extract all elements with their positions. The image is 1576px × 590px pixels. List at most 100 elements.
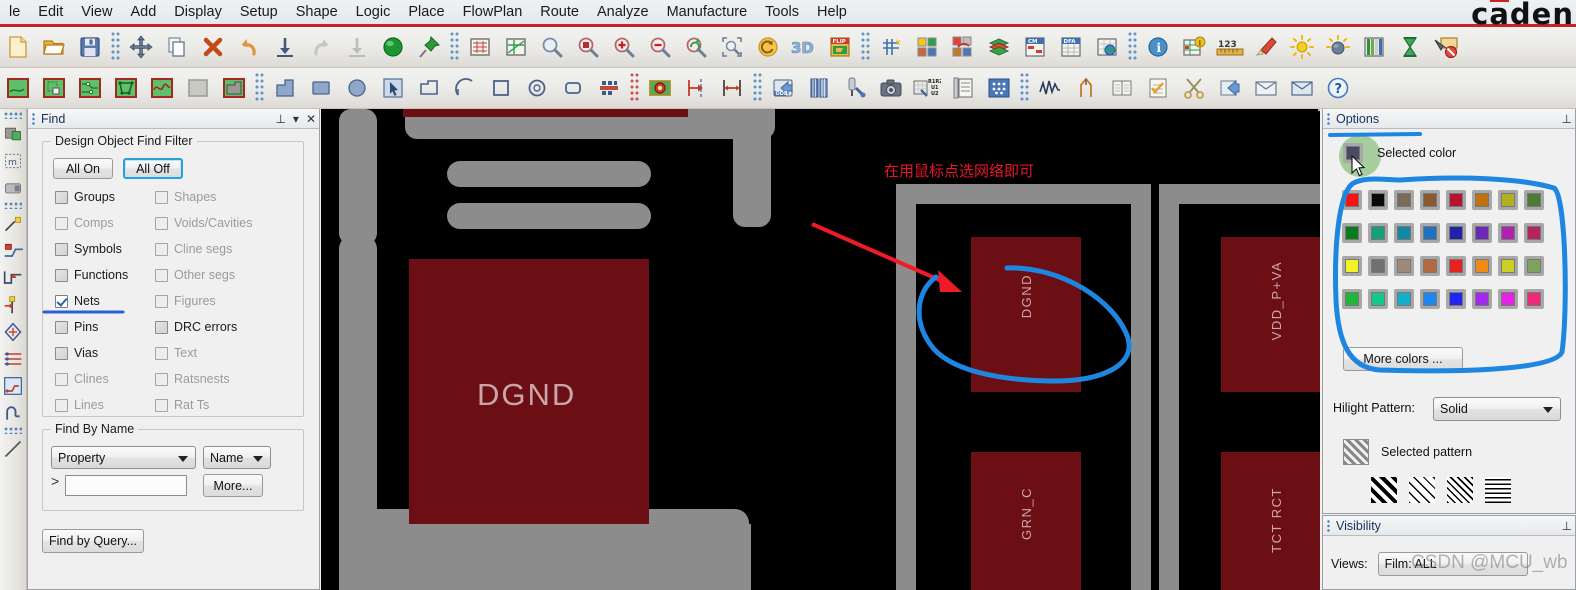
menu-item-file[interactable]: le [0,0,29,24]
color-swatch[interactable] [1394,189,1414,210]
bus-route-icon[interactable] [1,345,25,372]
select-arrow-icon[interactable] [376,71,410,105]
flip-design-icon[interactable]: FLIP [823,30,857,64]
color-swatch[interactable] [1368,255,1388,276]
constraint-manager-icon[interactable]: CM [1018,30,1052,64]
sun-bright-icon[interactable] [1285,30,1319,64]
panel-drag-dots[interactable] [32,112,36,125]
color-swatch[interactable] [1524,222,1544,243]
manual-icon[interactable] [1105,71,1139,105]
find-filter-text-row[interactable]: Text [155,346,197,360]
hilight-pattern-select[interactable]: Solid [1433,397,1561,421]
help-icon[interactable]: ? [1321,71,1355,105]
menu-item-analyze[interactable]: Analyze [588,0,658,24]
merge-shape-icon[interactable] [592,71,626,105]
zoom-window-icon[interactable] [571,30,605,64]
shape-split-icon[interactable] [217,71,251,105]
refdes-rename-icon[interactable]: R1R2 U1 U2 [910,71,944,105]
find-filter-groups-row[interactable]: Groups [55,190,115,204]
color-swatch[interactable] [1498,222,1518,243]
toolbar2-grip-3[interactable] [1020,73,1029,103]
dim-left-icon[interactable] [679,71,713,105]
draw-rounded-icon[interactable] [556,71,590,105]
save-icon[interactable] [73,30,107,64]
color-swatch[interactable] [1472,189,1492,210]
find-filter-nets-row[interactable]: Nets [55,294,100,308]
layers-icon[interactable] [982,30,1016,64]
scissors-icon[interactable] [1177,71,1211,105]
draw-arc-icon[interactable] [448,71,482,105]
route-connect-icon[interactable] [1,237,25,264]
dfa-spreadsheet-icon[interactable]: DFA [1054,30,1088,64]
find-filter-vias-row[interactable]: Vias [55,346,98,360]
array-icon[interactable] [982,71,1016,105]
custom-smooth-icon[interactable] [1,399,25,426]
more-colors-button[interactable]: More colors ... [1343,347,1463,371]
line-icon[interactable] [1,435,25,462]
grid-toggle-icon[interactable] [874,30,908,64]
eraser-icon[interactable] [1249,30,1283,64]
find-filter-clines-row[interactable]: Clines [55,372,109,386]
shape-edit-icon[interactable] [37,71,71,105]
find-filter-vias-checkbox[interactable] [55,346,68,360]
open-folder-icon[interactable] [37,30,71,64]
toolbar-grip-2[interactable] [450,32,459,62]
menu-item-place[interactable]: Place [399,0,453,24]
waveform-icon[interactable] [1033,71,1067,105]
drill-legend-icon[interactable] [838,71,872,105]
sun-dim-icon[interactable] [1321,30,1355,64]
find-filter-functions-checkbox[interactable] [55,268,68,282]
color-swatch[interactable] [1342,255,1362,276]
find-filter-voids-row[interactable]: Voids/Cavities [155,216,253,230]
color-swatch[interactable] [1498,189,1518,210]
report-icon[interactable]: i [1177,30,1211,64]
color-swatch[interactable] [1472,255,1492,276]
toolbar2-grip-2[interactable] [753,73,762,103]
find-by-query-button[interactable]: Find by Query... [42,529,144,553]
hourglass-icon[interactable] [1393,30,1427,64]
draw-shape-icon[interactable] [412,71,446,105]
menu-item-setup[interactable]: Setup [231,0,287,24]
color-swatch[interactable] [1420,255,1440,276]
show-element-icon[interactable] [463,30,497,64]
toolbar2-grip-red[interactable] [630,73,639,103]
find-filter-other-segs-row[interactable]: Other segs [155,268,235,282]
chevron-down-icon[interactable]: ▾ [293,113,299,125]
globe-grid-icon[interactable] [1090,30,1124,64]
find-filter-clines-checkbox[interactable] [55,372,68,386]
export-icon[interactable] [1213,71,1247,105]
zoom-out-icon[interactable] [643,30,677,64]
vtoolbar-grip-3[interactable] [4,427,22,434]
close-icon[interactable]: ✕ [306,113,316,125]
zoom-in-icon[interactable] [607,30,641,64]
draw-circle-icon[interactable] [340,71,374,105]
pin-icon[interactable]: ⊥ [1562,113,1572,125]
find-filter-ratsnests-row[interactable]: Ratsnests [155,372,230,386]
shape-blank-icon[interactable] [181,71,215,105]
shape-wave-icon[interactable] [145,71,179,105]
highlight-icon[interactable] [376,30,410,64]
vtoolbar-grip[interactable] [4,112,22,119]
panel-drag-dots[interactable] [1327,112,1331,125]
menu-item-add[interactable]: Add [121,0,165,24]
find-filter-voids-checkbox[interactable] [155,216,168,230]
spin-icon[interactable] [340,30,374,64]
measure-123-icon[interactable]: 123 [1213,30,1247,64]
delay-tune-icon[interactable] [1,291,25,318]
pin-icon[interactable] [412,30,446,64]
slide-icon[interactable] [1,264,25,291]
shape-route-icon[interactable] [73,71,107,105]
vtoolbar-grip-2[interactable] [4,202,22,209]
place-quickplace-icon[interactable]: m [1,147,25,174]
color-swatch[interactable] [1524,288,1544,309]
color-palette-icon[interactable] [910,30,944,64]
find-filter-figures-checkbox[interactable] [155,294,168,308]
mail-icon[interactable] [1285,71,1319,105]
pin-icon[interactable]: ⊥ [275,113,285,125]
find-filter-functions-row[interactable]: Functions [55,268,128,282]
color-swatch[interactable] [1498,255,1518,276]
color-swatch[interactable] [1420,222,1440,243]
selected-pattern-swatch[interactable] [1343,439,1369,465]
dim-both-icon[interactable] [715,71,749,105]
3d-view-icon[interactable]: 3D [787,30,821,64]
